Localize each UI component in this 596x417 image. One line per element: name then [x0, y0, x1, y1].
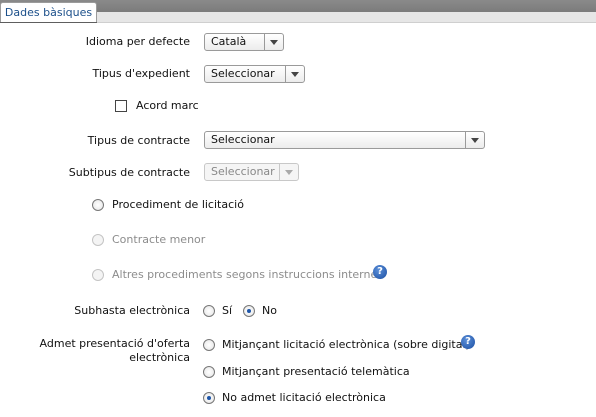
- presentacio-sobre-digital-radio[interactable]: [203, 339, 215, 351]
- tipus-contracte-select-value: Seleccionar: [211, 133, 275, 146]
- subhasta-si-radio[interactable]: [203, 305, 215, 317]
- tipus-expedient-label: Tipus d'expedient: [92, 67, 190, 80]
- tipus-expedient-select-value: Seleccionar: [211, 67, 275, 80]
- subtipus-contracte-select[interactable]: Seleccionar: [204, 163, 299, 181]
- tab-dades-basiques[interactable]: Dades bàsiques: [0, 2, 97, 22]
- subtipus-contracte-select-value: Seleccionar: [211, 165, 275, 178]
- procediment-licitacio-label: Procediment de licitació: [112, 198, 244, 211]
- presentacio-label-line2: electrònica: [129, 351, 190, 364]
- presentacio-label-line1: Admet presentació d'oferta: [39, 337, 190, 350]
- help-icon[interactable]: ?: [373, 265, 387, 279]
- acord-marc-label: Acord marc: [136, 99, 199, 112]
- idioma-select[interactable]: Català: [204, 33, 284, 51]
- chevron-down-icon: [285, 66, 304, 82]
- subhasta-no-label: No: [262, 304, 277, 317]
- altres-procediments-radio[interactable]: [92, 269, 104, 281]
- tipus-contracte-select[interactable]: Seleccionar: [204, 131, 485, 149]
- presentacio-no-admet-label: No admet licitació electrònica: [222, 391, 386, 404]
- subhasta-no-radio[interactable]: [243, 305, 255, 317]
- acord-marc-checkbox[interactable]: [115, 100, 127, 112]
- altres-procediments-label: Altres procediments segons instruccions …: [112, 268, 383, 281]
- presentacio-sobre-digital-label: Mitjançant licitació electrònica (sobre …: [222, 338, 470, 351]
- subhasta-label: Subhasta electrònica: [74, 304, 190, 317]
- help-icon[interactable]: ?: [461, 335, 475, 349]
- chevron-down-icon: [264, 34, 283, 50]
- procediment-licitacio-radio[interactable]: [92, 199, 104, 211]
- presentacio-telematica-label: Mitjançant presentació telemàtica: [222, 365, 410, 378]
- tab-strip-divider: [97, 22, 596, 23]
- idioma-label: Idioma per defecte: [85, 35, 190, 48]
- presentacio-no-admet-radio[interactable]: [203, 392, 215, 404]
- chevron-down-icon: [465, 132, 484, 148]
- subtipus-contracte-label: Subtipus de contracte: [68, 166, 190, 179]
- idioma-select-value: Català: [211, 35, 247, 48]
- presentacio-telematica-radio[interactable]: [203, 366, 215, 378]
- subhasta-si-label: Sí: [222, 304, 233, 317]
- chevron-down-icon: [279, 164, 298, 180]
- contracte-menor-label: Contracte menor: [112, 233, 206, 246]
- tipus-expedient-select[interactable]: Seleccionar: [204, 65, 305, 83]
- contracte-menor-radio[interactable]: [92, 234, 104, 246]
- tipus-contracte-label: Tipus de contracte: [87, 134, 190, 147]
